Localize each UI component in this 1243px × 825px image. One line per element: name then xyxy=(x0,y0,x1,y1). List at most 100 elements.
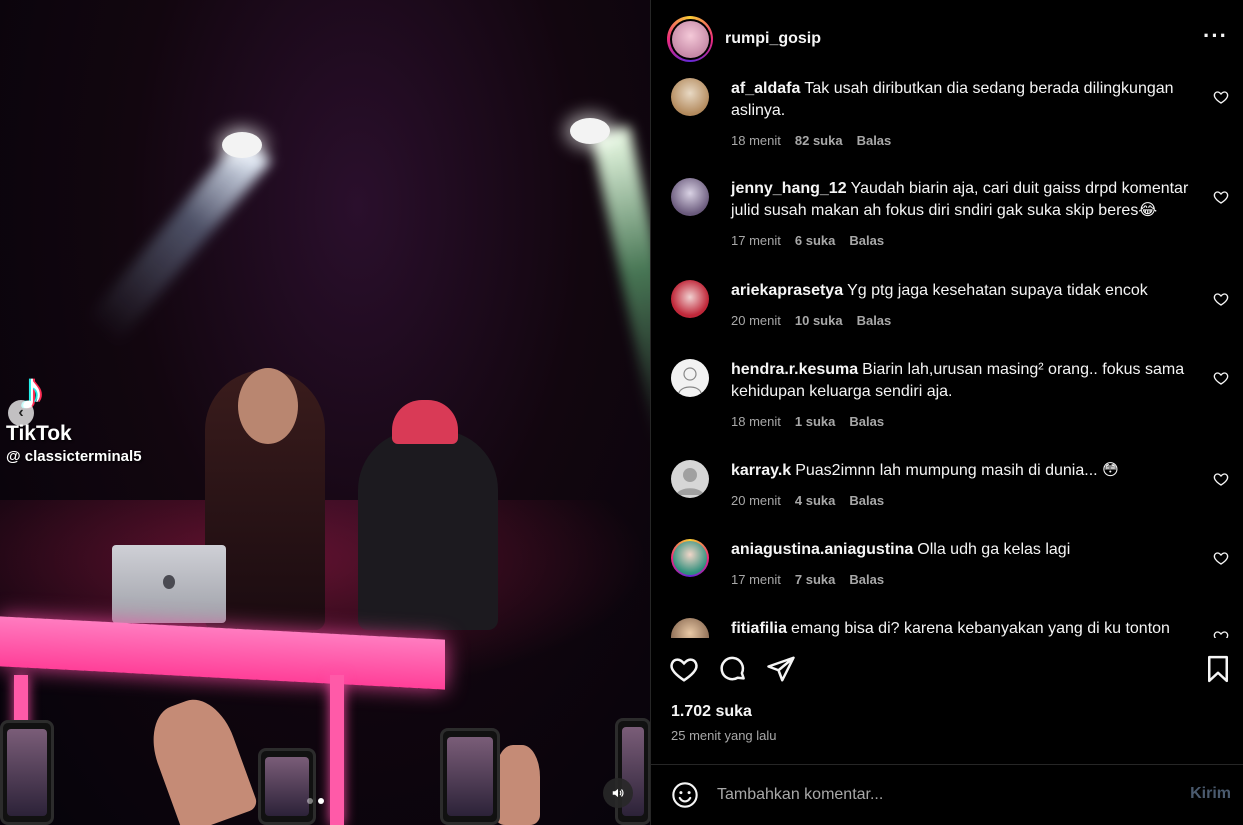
red-cap xyxy=(392,400,458,444)
commenter-username[interactable]: ariekaprasetya xyxy=(731,282,843,299)
commenter-username[interactable]: aniagustina.aniagustina xyxy=(731,541,913,558)
author-username[interactable]: rumpi_gosip xyxy=(725,30,821,48)
comment-likes[interactable]: 82 suka xyxy=(795,133,843,148)
comment-body: af_aldafa Tak usah diributkan dia sedang … xyxy=(731,78,1201,122)
post-likes-count[interactable]: 1.702 suka xyxy=(671,703,752,721)
comment-meta: 20 menit 10 suka Balas xyxy=(731,313,891,328)
heart-icon[interactable] xyxy=(1213,89,1229,105)
comment-time: 17 menit xyxy=(731,572,781,587)
commenter-username[interactable]: karray.k xyxy=(731,462,791,479)
commenter-avatar[interactable] xyxy=(671,280,709,318)
speaker-icon xyxy=(612,788,624,798)
comment-input[interactable] xyxy=(717,783,1157,807)
dj-performer-head xyxy=(238,368,298,444)
comment-meta: 17 menit 6 suka Balas xyxy=(731,233,884,248)
commenter-avatar[interactable] xyxy=(671,78,709,116)
comment-text: Yg ptg jaga kesehatan supaya tidak encok xyxy=(847,282,1148,299)
tiktok-brand: TikTok xyxy=(6,422,72,445)
crowd-phone xyxy=(0,720,54,825)
stage-light-beam xyxy=(86,135,272,345)
comment-body: karray.k Puas2imnn lah mumpung masih di d… xyxy=(731,460,1201,482)
author-avatar[interactable] xyxy=(667,16,713,62)
commenter-avatar[interactable] xyxy=(671,618,709,638)
comment-body: fitiafilia emang bisa di? karena kebanyak… xyxy=(731,618,1201,638)
heart-icon[interactable] xyxy=(1213,370,1229,386)
comment-meta: 18 menit 1 suka Balas xyxy=(731,414,884,429)
default-user-icon xyxy=(676,468,704,495)
post-media-video[interactable]: TikTok @ classicterminal5 ‹ xyxy=(0,0,650,825)
comment-body: aniagustina.aniagustina Olla udh ga kelas… xyxy=(731,539,1201,561)
crowd-phone xyxy=(258,748,316,825)
comment-body: jenny_hang_12 Yaudah biarin aja, cari dui… xyxy=(731,178,1201,222)
comment-time: 20 menit xyxy=(731,313,781,328)
send-comment-button[interactable]: Kirim xyxy=(1190,785,1231,803)
stage-light-beam xyxy=(590,125,650,448)
reply-button[interactable]: Balas xyxy=(849,414,884,429)
stage-lamp xyxy=(222,132,262,158)
reply-button[interactable]: Balas xyxy=(849,572,884,587)
comment-meta: 18 menit 82 suka Balas xyxy=(731,133,891,148)
commenter-username[interactable]: fitiafilia xyxy=(731,620,787,637)
crowd-phone xyxy=(440,728,500,825)
emoji-icon[interactable] xyxy=(671,781,699,809)
previous-media-button[interactable]: ‹ xyxy=(8,400,34,426)
comment-likes[interactable]: 4 suka xyxy=(795,493,835,508)
more-options-button[interactable]: ··· xyxy=(1203,23,1228,48)
tiktok-username: @ classicterminal5 xyxy=(6,448,142,465)
commenter-avatar[interactable] xyxy=(671,539,709,577)
post-actions-bar xyxy=(651,650,1243,690)
chevron-left-icon: ‹ xyxy=(18,404,24,421)
add-comment-bar: Kirim xyxy=(651,764,1243,825)
comment-body: ariekaprasetya Yg ptg jaga kesehatan supa… xyxy=(731,280,1201,302)
sketch-avatar-icon xyxy=(678,367,702,394)
commenter-avatar[interactable] xyxy=(671,359,709,397)
reply-button[interactable]: Balas xyxy=(857,313,892,328)
comments-list[interactable]: af_aldafa Tak usah diributkan dia sedang … xyxy=(651,78,1243,638)
commenter-username[interactable]: jenny_hang_12 xyxy=(731,180,847,197)
comment-item: aniagustina.aniagustina Olla udh ga kelas… xyxy=(669,539,1229,599)
comment-likes[interactable]: 1 suka xyxy=(795,414,835,429)
heart-icon[interactable] xyxy=(1213,291,1229,307)
reply-button[interactable]: Balas xyxy=(849,493,884,508)
dj-partner xyxy=(358,430,498,630)
reply-button[interactable]: Balas xyxy=(857,133,892,148)
dj-booth-leg xyxy=(330,675,344,825)
comment-likes[interactable]: 10 suka xyxy=(795,313,843,328)
crowd-hand xyxy=(141,690,259,825)
crowd-hand xyxy=(495,745,540,825)
heart-icon[interactable] xyxy=(1213,189,1229,205)
reply-button[interactable]: Balas xyxy=(849,233,884,248)
commenter-username[interactable]: af_aldafa xyxy=(731,80,800,97)
post-header: rumpi_gosip ··· xyxy=(651,0,1243,78)
comment-text: Puas2imnn lah mumpung masih di dunia... … xyxy=(795,462,1119,479)
commenter-avatar[interactable] xyxy=(671,178,709,216)
comment-time: 17 menit xyxy=(731,233,781,248)
carousel-indicator xyxy=(307,798,324,804)
comment-item: jenny_hang_12 Yaudah biarin aja, cari dui… xyxy=(669,178,1229,258)
heart-icon[interactable] xyxy=(1213,471,1229,487)
comment-item: af_aldafa Tak usah diributkan dia sedang … xyxy=(669,78,1229,158)
comment-meta: 17 menit 7 suka Balas xyxy=(731,572,884,587)
bookmark-icon[interactable] xyxy=(1203,654,1233,684)
heart-icon[interactable] xyxy=(1213,629,1229,638)
comment-item: hendra.r.kesuma Biarin lah,urusan masing²… xyxy=(669,359,1229,439)
post-time: 25 menit yang lalu xyxy=(671,728,777,743)
like-heart-icon[interactable] xyxy=(669,654,699,684)
comment-item: karray.k Puas2imnn lah mumpung masih di d… xyxy=(669,460,1229,520)
comment-text: emang bisa di? karena kebanyakan yang di… xyxy=(791,620,1170,637)
commenter-avatar[interactable] xyxy=(671,460,709,498)
comment-bubble-icon[interactable] xyxy=(718,654,748,684)
more-horizontal-icon: ··· xyxy=(1203,23,1228,48)
share-paper-plane-icon[interactable] xyxy=(766,654,796,684)
comment-body: hendra.r.kesuma Biarin lah,urusan masing²… xyxy=(731,359,1201,403)
commenter-username[interactable]: hendra.r.kesuma xyxy=(731,361,858,378)
audio-toggle-button[interactable] xyxy=(603,778,633,808)
comment-time: 18 menit xyxy=(731,414,781,429)
comment-item: ariekaprasetya Yg ptg jaga kesehatan supa… xyxy=(669,280,1229,340)
comment-time: 18 menit xyxy=(731,133,781,148)
carousel-dot xyxy=(307,798,313,804)
comment-likes[interactable]: 7 suka xyxy=(795,572,835,587)
comment-likes[interactable]: 6 suka xyxy=(795,233,835,248)
comment-item: fitiafilia emang bisa di? karena kebanyak… xyxy=(669,618,1229,638)
heart-icon[interactable] xyxy=(1213,550,1229,566)
